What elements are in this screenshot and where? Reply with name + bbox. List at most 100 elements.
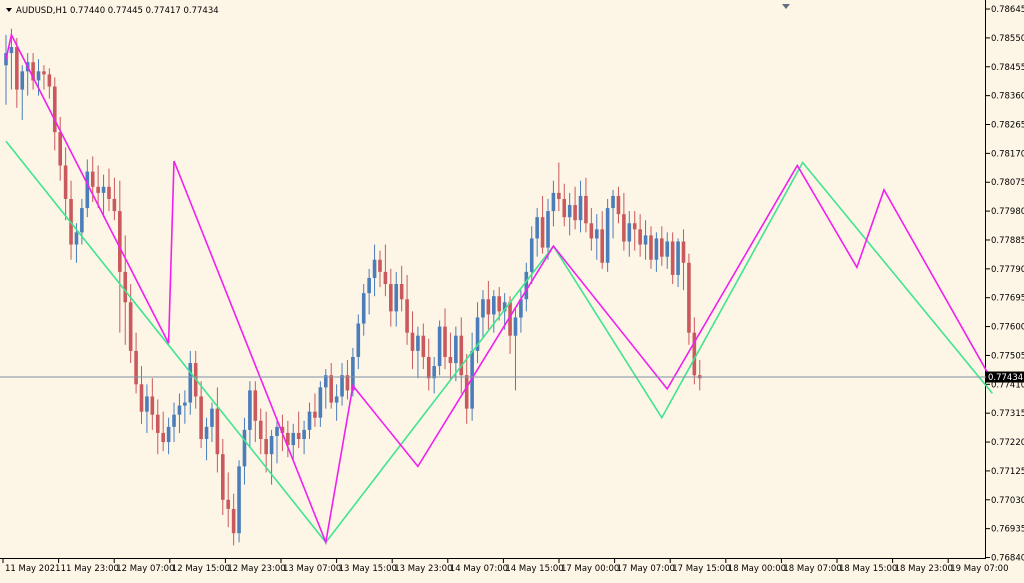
candle-body xyxy=(150,396,155,415)
symbol-header: AUDUSD,H1 0.77440 0.77445 0.77417 0.7743… xyxy=(16,6,219,16)
candle-body xyxy=(605,208,610,263)
candle-body xyxy=(199,396,203,440)
candle-body xyxy=(589,223,594,239)
time-tick-label: 12 May 07:00 xyxy=(116,564,174,574)
candle-body xyxy=(448,356,453,364)
candle-body xyxy=(52,86,57,133)
candle-body xyxy=(340,375,344,397)
price-tick-label: 0.77695 xyxy=(991,294,1024,304)
candle-body xyxy=(372,259,377,278)
candle-body xyxy=(80,208,84,233)
candle-body xyxy=(313,411,317,418)
candle-body xyxy=(166,426,171,443)
candle-body xyxy=(600,229,604,263)
price-tick-label: 0.78360 xyxy=(991,92,1024,102)
candle-body xyxy=(248,390,252,430)
candle-body xyxy=(128,302,133,351)
candle-body xyxy=(356,323,361,357)
candle-body xyxy=(616,195,621,215)
candle-body xyxy=(660,238,664,257)
candle-body xyxy=(145,396,149,412)
candle-body xyxy=(58,132,62,166)
candle-body xyxy=(47,74,52,87)
time-tick-label: 13 May 07:00 xyxy=(283,564,341,574)
time-tick-label: 13 May 23:00 xyxy=(394,564,452,574)
candle-body xyxy=(394,284,399,312)
candle-body xyxy=(172,414,176,427)
candle-body xyxy=(551,192,556,212)
candle-body xyxy=(134,350,138,385)
time-tick-label: 18 May 07:00 xyxy=(783,564,841,574)
candle-body xyxy=(258,420,263,440)
candle-body xyxy=(557,192,561,199)
candle-body xyxy=(546,211,550,248)
candle-body xyxy=(383,271,388,285)
candle-body xyxy=(20,71,25,90)
time-tick-label: 13 May 15:00 xyxy=(339,564,397,574)
time-tick-label: 11 May 23:00 xyxy=(61,564,119,574)
candle-body xyxy=(269,435,274,455)
candle-body xyxy=(567,205,572,218)
candle-body xyxy=(416,335,420,351)
chart-window[interactable]: AUDUSD,H1 0.77440 0.77445 0.77417 0.7743… xyxy=(0,0,1024,579)
time-tick-label: 12 May 15:00 xyxy=(172,564,230,574)
candle-body xyxy=(687,262,691,333)
price-tick-label: 0.77315 xyxy=(991,409,1024,419)
price-tick-label: 0.77505 xyxy=(991,351,1024,361)
candle-body xyxy=(329,375,333,403)
candle-body xyxy=(464,375,469,409)
candle-body xyxy=(611,195,615,209)
candle-body xyxy=(584,195,588,224)
candle-body xyxy=(9,47,14,54)
candle-body xyxy=(535,217,539,239)
price-tick-label: 0.76935 xyxy=(991,525,1024,535)
candle-body xyxy=(183,402,187,406)
price-chart[interactable]: AUDUSD,H1 0.77440 0.77445 0.77417 0.7743… xyxy=(0,0,1024,579)
candle-body xyxy=(578,195,583,221)
price-tick-label: 0.78550 xyxy=(991,34,1024,44)
candle-body xyxy=(459,335,464,376)
candle-body xyxy=(497,296,502,312)
candle-body xyxy=(177,405,182,415)
candle-body xyxy=(410,332,415,351)
candle-body xyxy=(318,387,323,418)
time-tick-label: 11 May 2021 xyxy=(5,564,60,574)
candle-body xyxy=(74,232,79,245)
candle-body xyxy=(291,432,296,446)
candle-body xyxy=(155,414,160,433)
candle-body xyxy=(302,429,306,440)
candle-body xyxy=(426,356,431,379)
price-tick-label: 0.76840 xyxy=(991,554,1024,564)
candle-body xyxy=(42,71,46,75)
time-tick-label: 14 May 15:00 xyxy=(505,564,563,574)
candle-body xyxy=(654,238,659,260)
candle-body xyxy=(486,299,491,315)
price-tick-label: 0.78075 xyxy=(991,178,1024,188)
time-tick-label: 17 May 07:00 xyxy=(617,564,675,574)
candle-body xyxy=(107,186,111,199)
candle-body xyxy=(264,439,268,455)
candle-body xyxy=(399,284,404,300)
candle-body xyxy=(161,432,165,443)
price-tick-label: 0.77885 xyxy=(991,236,1024,246)
candle-body xyxy=(275,426,279,436)
price-tick-label: 0.78645 xyxy=(991,5,1024,15)
time-tick-label: 19 May 07:00 xyxy=(950,564,1008,574)
candle-body xyxy=(627,223,632,242)
candle-body xyxy=(437,326,442,367)
candle-body xyxy=(367,277,371,294)
candle-body xyxy=(481,299,485,318)
candle-body xyxy=(562,198,567,218)
candle-body xyxy=(573,205,577,221)
price-tick-label: 0.77980 xyxy=(991,207,1024,217)
price-tick-label: 0.78170 xyxy=(991,149,1024,159)
candle-body xyxy=(15,47,19,90)
candle-body xyxy=(454,335,458,364)
candle-body xyxy=(226,499,231,509)
candle-body xyxy=(204,426,209,440)
time-tick-label: 18 May 15:00 xyxy=(839,564,897,574)
candle-body xyxy=(529,238,534,272)
candle-body xyxy=(665,241,670,257)
candle-body xyxy=(231,508,236,534)
candle-body xyxy=(123,271,128,303)
